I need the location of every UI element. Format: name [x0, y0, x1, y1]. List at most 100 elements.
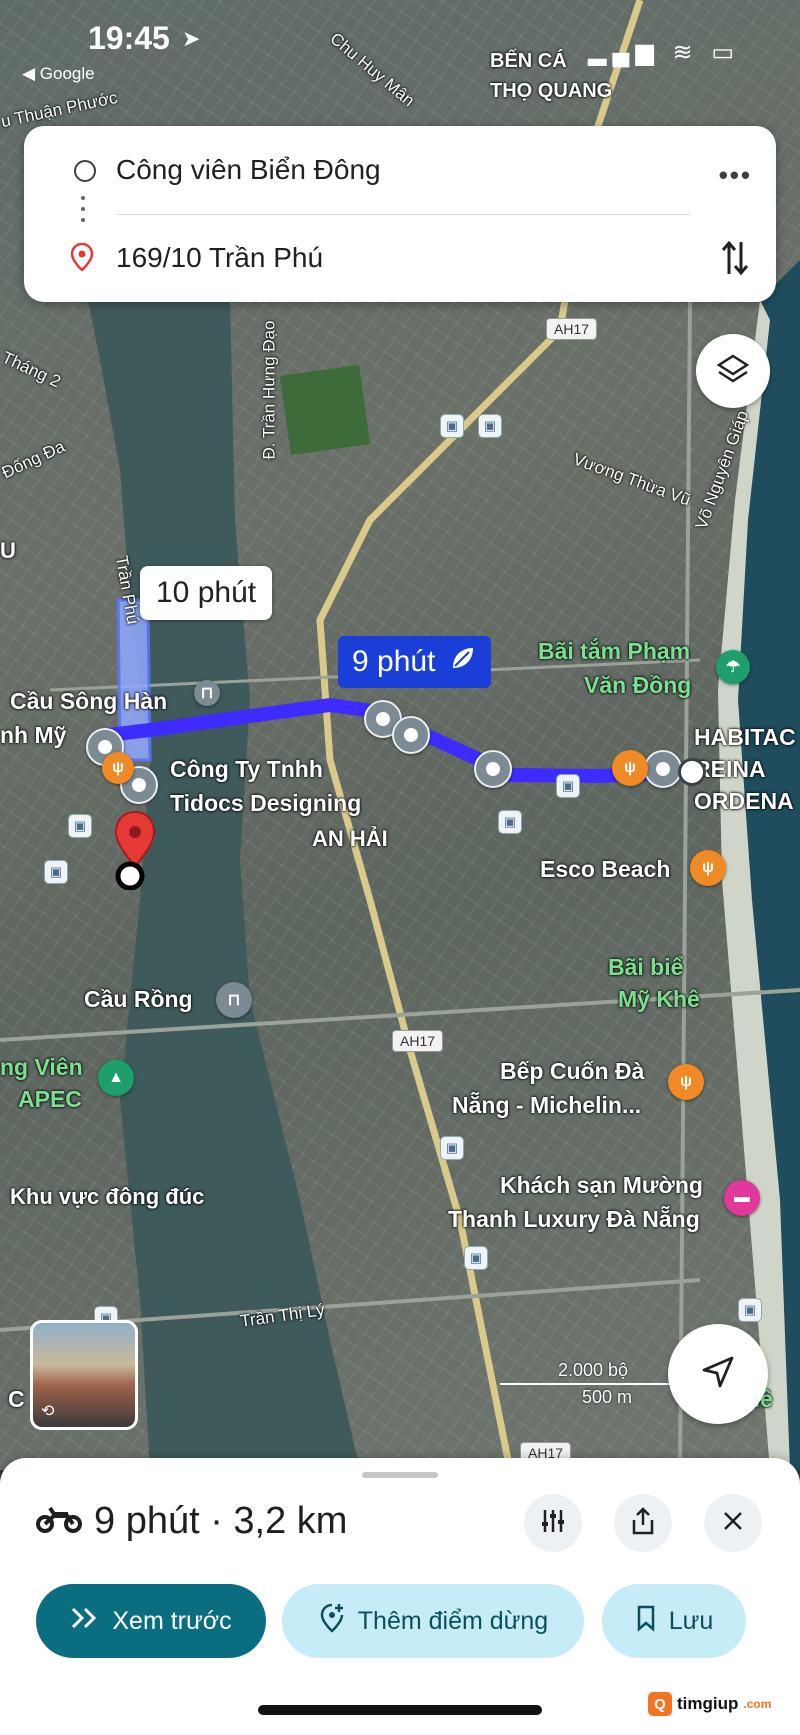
- esco-beach-label[interactable]: Esco Beach: [540, 856, 670, 883]
- bridge-icon[interactable]: ⊓: [216, 982, 252, 1018]
- destination-field[interactable]: 169/10 Trần Phú: [116, 242, 323, 274]
- sliders-icon: [539, 1507, 567, 1540]
- bus-stop-icon[interactable]: ▣: [464, 1246, 488, 1270]
- bus-stop-icon[interactable]: ▣: [498, 810, 522, 834]
- sheet-drag-handle[interactable]: [362, 1472, 438, 1478]
- add-stop-button[interactable]: Thêm điểm dừng: [282, 1584, 584, 1658]
- layers-button[interactable]: [696, 334, 770, 408]
- nh-my-label: nh Mỹ: [0, 722, 67, 748]
- alt-route-callout[interactable]: 10 phút: [140, 566, 273, 620]
- rotate-360-icon: ⟲: [41, 1403, 55, 1420]
- route-options-button[interactable]: [524, 1494, 582, 1552]
- origin-circle-icon: [74, 160, 96, 182]
- cau-rong-label[interactable]: Cầu Rồng: [84, 986, 193, 1013]
- traffic-marker[interactable]: [644, 750, 682, 788]
- map-scale: 2.000 bộ 500 m: [500, 1360, 670, 1408]
- divider: [116, 214, 690, 215]
- route-summary: 9 phút · 3,2 km: [36, 1500, 347, 1543]
- eco-leaf-icon: [449, 644, 477, 680]
- route-time-distance: 9 phút · 3,2 km: [94, 1500, 348, 1542]
- status-bar: 19:45 ➤ ◀ Google ▂▄▆ ≋ ▭: [0, 0, 800, 90]
- an-hai-label: AN HẢI: [312, 826, 388, 851]
- watermark-suffix: .com: [743, 1697, 772, 1711]
- watermark: Q timgiup .com: [648, 1692, 771, 1716]
- scale-feet: 2.000 bộ: [558, 1360, 629, 1380]
- cv-apec-label[interactable]: ng Viên: [0, 1054, 83, 1081]
- traffic-marker[interactable]: [474, 750, 512, 788]
- restaurant-icon[interactable]: ψ: [668, 1064, 704, 1100]
- directions-card: Công viên Biển Đông 169/10 Trần Phú •••: [24, 126, 776, 302]
- cong-ty-label-2[interactable]: Tidocs Designing: [170, 790, 361, 817]
- bus-stop-icon[interactable]: ▣: [478, 414, 502, 438]
- swap-directions-icon[interactable]: [720, 238, 750, 283]
- u-label: U: [0, 538, 16, 563]
- bus-stop-icon[interactable]: ▣: [556, 774, 580, 798]
- beach-icon[interactable]: ☂: [716, 650, 750, 684]
- close-icon: [721, 1509, 745, 1538]
- destination-pin-icon[interactable]: [112, 810, 158, 895]
- watermark-text: timgiup: [677, 1694, 739, 1713]
- bus-stop-icon[interactable]: ▣: [738, 1298, 762, 1322]
- bus-stop-icon[interactable]: ▣: [44, 860, 68, 884]
- destination-pin-icon: [70, 242, 94, 277]
- cv-apec-label-2[interactable]: APEC: [18, 1086, 82, 1113]
- restaurant-icon[interactable]: ψ: [690, 850, 726, 886]
- bai-tam-label-2[interactable]: Văn Đồng: [584, 672, 691, 699]
- cau-song-han-label[interactable]: Cầu Sông Hàn: [10, 688, 167, 715]
- navigation-arrow-icon: [700, 1354, 736, 1395]
- tran-hung-dao-road: Đ. Trần Hưng Đạo: [259, 320, 279, 460]
- location-arrow-icon: ➤: [182, 26, 201, 51]
- close-button[interactable]: [704, 1494, 762, 1552]
- watermark-logo-icon: Q: [648, 1692, 672, 1716]
- main-route-time: 9 phút: [352, 645, 436, 678]
- cong-ty-label[interactable]: Công Ty Tnhh: [170, 756, 323, 783]
- bus-stop-icon[interactable]: ▣: [68, 814, 92, 838]
- bus-stop-icon[interactable]: ▣: [440, 1136, 464, 1160]
- bep-cuon-label-2[interactable]: Nẵng - Michelin...: [452, 1092, 641, 1119]
- add-stop-label: Thêm điểm dừng: [357, 1606, 549, 1635]
- status-time: 19:45: [88, 20, 170, 56]
- save-label: Lưu: [668, 1606, 714, 1635]
- bai-tam-label[interactable]: Bãi tắm Phạm: [538, 638, 690, 665]
- system-status-icons: ▂▄▆ ≋ ▭: [587, 39, 740, 66]
- bus-stop-icon[interactable]: ▣: [440, 414, 464, 438]
- ah17-shield: AH17: [546, 318, 598, 340]
- bep-cuon-label[interactable]: Bếp Cuốn Đà: [500, 1058, 644, 1085]
- scale-meters: 500 m: [582, 1387, 633, 1407]
- khach-san-label-2[interactable]: Thanh Luxury Đà Nẵng: [448, 1206, 700, 1233]
- preview-button[interactable]: Xem trước: [36, 1584, 266, 1658]
- restaurant-icon[interactable]: ψ: [612, 750, 648, 786]
- crowded-area-label: Khu vực đông đúc: [10, 1184, 205, 1209]
- bai-bien-label-2[interactable]: Mỹ Khê: [618, 986, 700, 1013]
- bai-bien-label[interactable]: Bãi biể: [608, 954, 683, 981]
- khach-san-label[interactable]: Khách sạn Mường: [500, 1172, 703, 1199]
- share-button[interactable]: [614, 1494, 672, 1552]
- route-dots-icon: [81, 196, 85, 229]
- park-icon[interactable]: ▲: [98, 1060, 134, 1096]
- ah17-shield: AH17: [392, 1030, 444, 1052]
- c-label: C: [8, 1386, 25, 1412]
- traffic-marker[interactable]: [392, 716, 430, 754]
- double-chevron-icon: [70, 1606, 100, 1637]
- main-route-callout[interactable]: 9 phút: [338, 636, 492, 688]
- origin-marker[interactable]: [678, 758, 706, 786]
- bridge-icon[interactable]: ⊓: [194, 680, 220, 706]
- street-view-thumbnail[interactable]: ⟲: [30, 1320, 138, 1430]
- home-indicator[interactable]: [258, 1705, 542, 1715]
- add-location-icon: [318, 1602, 346, 1641]
- preview-label: Xem trước: [112, 1606, 232, 1635]
- habitac-label-3[interactable]: ORDENA: [694, 788, 794, 815]
- origin-field[interactable]: Công viên Biển Đông: [116, 154, 381, 186]
- restaurant-icon[interactable]: ψ: [102, 752, 134, 784]
- back-to-google[interactable]: ◀ Google: [22, 64, 95, 84]
- bookmark-icon: [635, 1604, 657, 1639]
- share-icon: [629, 1506, 657, 1541]
- alt-route-time: 10 phút: [156, 576, 257, 609]
- motorbike-icon: [36, 1504, 82, 1539]
- my-location-button[interactable]: [668, 1324, 768, 1424]
- save-button[interactable]: Lưu: [602, 1584, 746, 1658]
- layers-icon: [715, 351, 751, 392]
- hotel-icon[interactable]: ▬: [724, 1180, 760, 1216]
- habitac-label[interactable]: HABITAC: [694, 724, 796, 751]
- more-options-icon[interactable]: •••: [719, 160, 752, 191]
